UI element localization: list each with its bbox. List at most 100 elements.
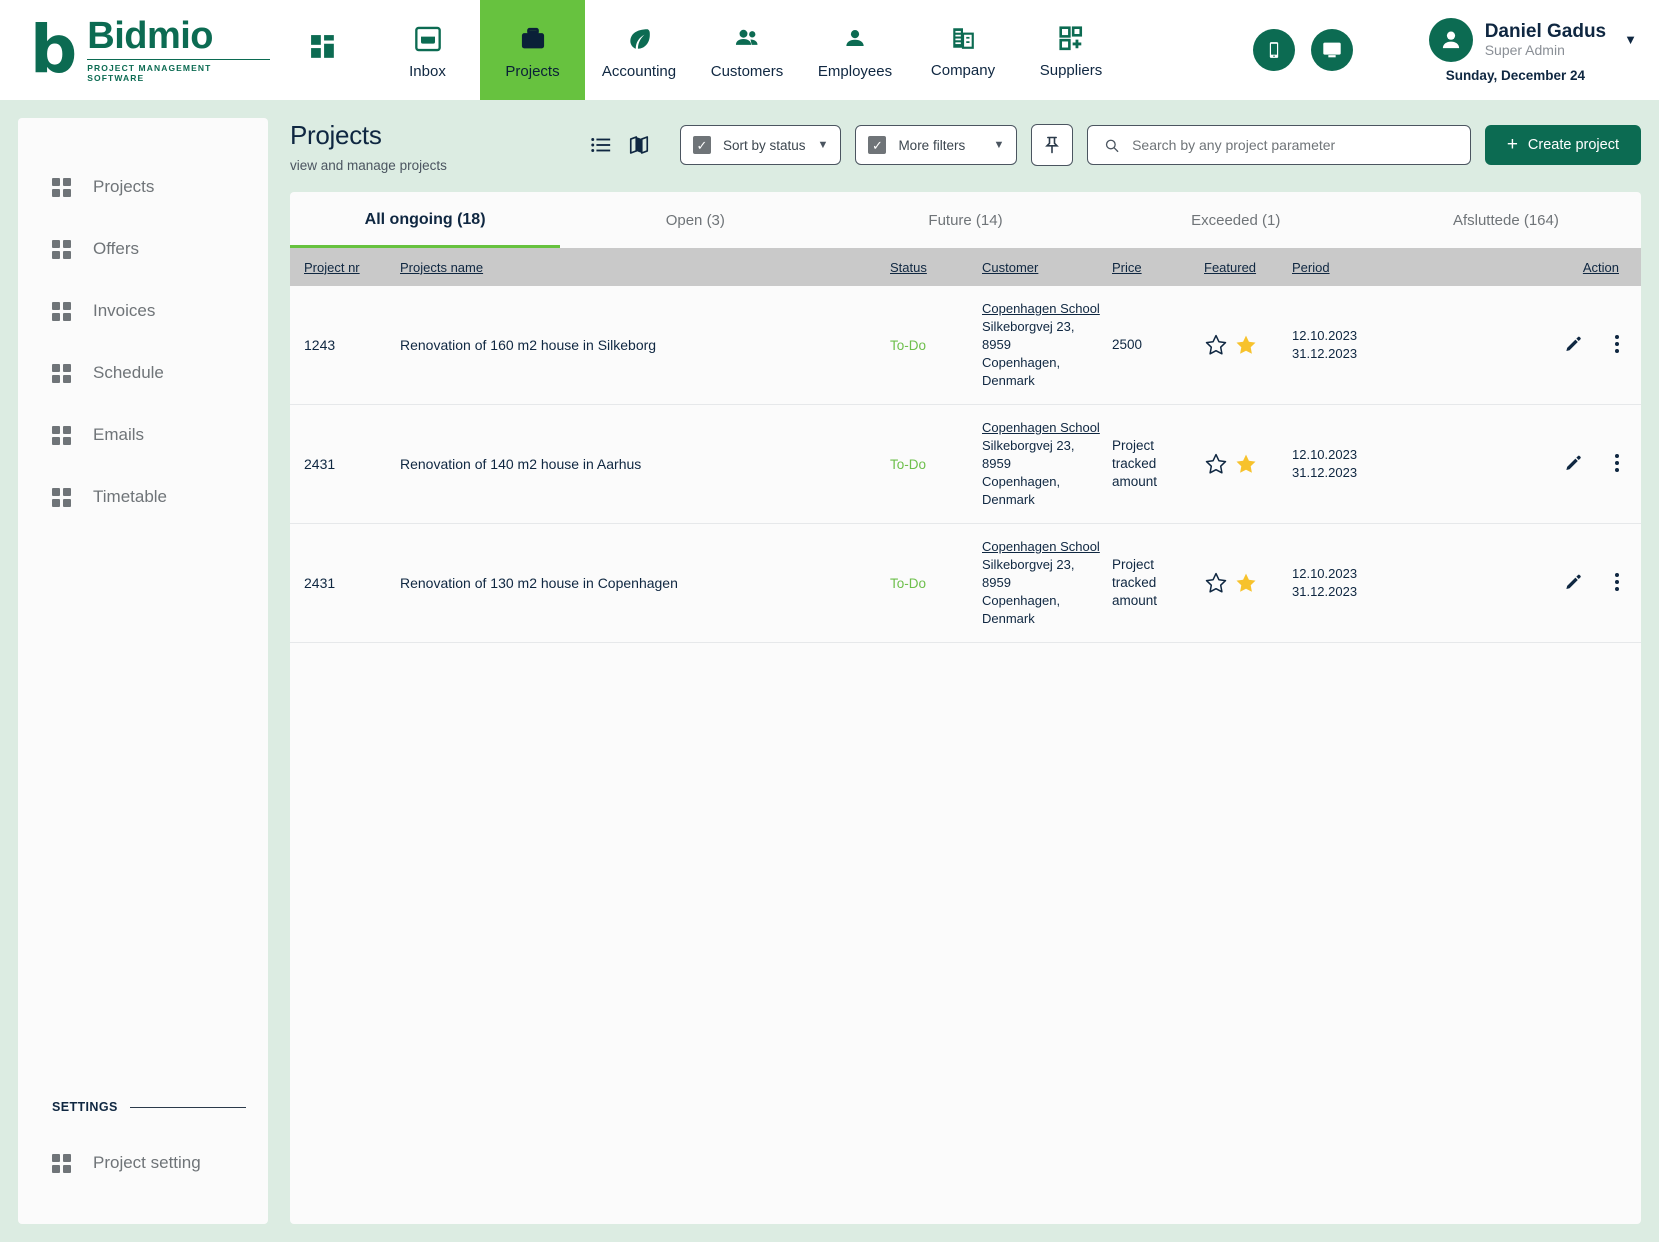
cell-spacer: [1396, 404, 1531, 524]
mobile-phone-icon-button[interactable]: [1252, 29, 1295, 71]
star-filled-icon[interactable]: [1234, 333, 1258, 357]
nav-item-inbox[interactable]: Inbox: [375, 0, 480, 100]
cell-status: To-Do: [884, 404, 976, 524]
edit-pencil-icon[interactable]: [1564, 334, 1583, 353]
sort-by-status-label: Sort by status: [723, 137, 806, 153]
desktop-monitor-icon-button[interactable]: [1310, 29, 1353, 71]
star-filled-icon[interactable]: [1234, 571, 1258, 595]
more-filters-select[interactable]: More filters ▼: [855, 125, 1018, 165]
leaf-icon: [626, 21, 652, 57]
user-role: Super Admin: [1484, 41, 1565, 58]
row-more-menu-icon[interactable]: [1615, 453, 1619, 472]
tab-exceeded[interactable]: Exceeded (1): [1101, 192, 1371, 248]
map-view-icon[interactable]: [628, 134, 650, 156]
col-period[interactable]: Period: [1286, 248, 1396, 286]
plus-icon: +: [1506, 134, 1518, 155]
col-project-nr[interactable]: Project nr: [290, 248, 394, 286]
edit-pencil-icon[interactable]: [1564, 572, 1583, 591]
user-profile-row[interactable]: Daniel Gadus Super Admin ▼: [1428, 17, 1637, 62]
sidebar-item-timetable[interactable]: Timetable: [18, 466, 268, 528]
chevron-down-icon[interactable]: ▼: [994, 139, 1005, 151]
table-row[interactable]: 2431 Renovation of 130 m2 house in Copen…: [290, 523, 1641, 643]
tab-afsluttede[interactable]: Afsluttede (164): [1371, 192, 1641, 248]
star-outline-icon[interactable]: [1204, 452, 1228, 476]
search-input[interactable]: [1132, 137, 1454, 153]
price-value: Project tracked amount: [1112, 557, 1158, 608]
content-header: Projects view and manage projects Sort b…: [290, 118, 1641, 192]
brand-logo[interactable]: b Bidmio PROJECT MANAGEMENT SOFTWARE: [0, 0, 270, 100]
sort-by-status-select[interactable]: Sort by status ▼: [680, 125, 842, 165]
cell-price: Project tracked amount: [1106, 404, 1198, 524]
customer-link[interactable]: Copenhagen School: [982, 300, 1100, 318]
row-actions: [1564, 453, 1619, 472]
col-action[interactable]: Action: [1531, 248, 1641, 286]
cell-customer: Copenhagen School Silkeborgvej 23, 8959 …: [976, 404, 1106, 524]
featured-stars: [1204, 452, 1280, 476]
sidebar-item-projects[interactable]: Projects: [18, 156, 268, 218]
pin-button[interactable]: [1031, 124, 1074, 166]
tab-label: Future (14): [928, 211, 1003, 229]
top-navigation-bar: b Bidmio PROJECT MANAGEMENT SOFTWARE Inb…: [0, 0, 1659, 100]
tab-future[interactable]: Future (14): [830, 192, 1100, 248]
customer-link[interactable]: Copenhagen School: [982, 538, 1100, 556]
customer-link[interactable]: Copenhagen School: [982, 419, 1100, 437]
tab-all-ongoing[interactable]: All ongoing (18): [290, 192, 561, 248]
sidebar-label-invoices: Invoices: [93, 301, 156, 320]
star-outline-icon[interactable]: [1204, 333, 1228, 357]
user-profile[interactable]: Daniel Gadus Super Admin ▼ Sunday, Decem…: [1428, 17, 1637, 83]
nav-item-suppliers[interactable]: Suppliers: [1017, 0, 1125, 100]
col-spacer: [1396, 248, 1531, 286]
sidebar-item-schedule[interactable]: Schedule: [18, 342, 268, 404]
cell-featured: [1198, 404, 1286, 524]
tab-label: All ongoing (18): [364, 211, 486, 228]
nav-item-accounting[interactable]: Accounting: [585, 0, 693, 100]
sidebar-settings-heading: SETTINGS: [18, 1100, 268, 1114]
page-heading-block: Projects view and manage projects: [290, 118, 590, 173]
edit-pencil-icon[interactable]: [1564, 453, 1583, 472]
checkbox-checked-icon[interactable]: [868, 136, 887, 154]
col-featured[interactable]: Featured: [1198, 248, 1286, 286]
chevron-down-icon[interactable]: ▼: [818, 139, 829, 151]
nav-item-dashboard[interactable]: [270, 0, 375, 100]
cell-customer: Copenhagen School Silkeborgvej 23, 8959 …: [976, 523, 1106, 643]
create-project-button[interactable]: + Create project: [1484, 125, 1641, 165]
customer-city: Copenhagen, Denmark: [982, 593, 1061, 626]
nav-label-inbox: Inbox: [409, 62, 446, 80]
col-customer[interactable]: Customer: [976, 248, 1106, 286]
row-more-menu-icon[interactable]: [1615, 334, 1619, 353]
price-value: 2500: [1112, 337, 1143, 352]
sidebar-item-offers[interactable]: Offers: [18, 218, 268, 280]
col-label: Project nr: [304, 259, 360, 275]
col-status[interactable]: Status: [884, 248, 976, 286]
period-start: 12.10.2023: [1292, 566, 1358, 581]
cell-action: [1531, 523, 1641, 643]
search-box[interactable]: [1087, 125, 1471, 165]
sidebar-item-emails[interactable]: Emails: [18, 404, 268, 466]
table-header-row: Project nr Projects name Status Customer…: [290, 248, 1641, 286]
table-row[interactable]: 2431 Renovation of 140 m2 house in Aarhu…: [290, 404, 1641, 524]
brand-name: Bidmio: [87, 15, 214, 57]
cell-price: Project tracked amount: [1106, 523, 1198, 643]
nav-item-projects[interactable]: Projects: [480, 0, 585, 100]
list-view-icon[interactable]: [590, 134, 612, 156]
table-row[interactable]: 1243 Renovation of 160 m2 house in Silke…: [290, 286, 1641, 405]
featured-stars: [1204, 333, 1280, 357]
sidebar-item-project-setting[interactable]: Project setting: [18, 1132, 268, 1194]
checkbox-checked-icon[interactable]: [693, 136, 711, 154]
chevron-down-icon[interactable]: ▼: [1624, 32, 1637, 47]
sidebar-item-invoices[interactable]: Invoices: [18, 280, 268, 342]
row-more-menu-icon[interactable]: [1615, 572, 1619, 591]
nav-item-customers[interactable]: Customers: [693, 0, 801, 100]
sidebar-label-projects: Projects: [93, 177, 155, 196]
col-projects-name[interactable]: Projects name: [394, 248, 884, 286]
nav-item-company[interactable]: Company: [909, 0, 1017, 100]
nav-label-projects: Projects: [505, 62, 560, 80]
briefcase-icon: [519, 21, 547, 57]
star-filled-icon[interactable]: [1234, 452, 1258, 476]
nav-item-employees[interactable]: Employees: [801, 0, 909, 100]
tab-open[interactable]: Open (3): [560, 192, 830, 248]
col-price[interactable]: Price: [1106, 248, 1198, 286]
star-outline-icon[interactable]: [1204, 571, 1228, 595]
cell-featured: [1198, 286, 1286, 405]
tab-label: Exceeded (1): [1191, 211, 1281, 229]
